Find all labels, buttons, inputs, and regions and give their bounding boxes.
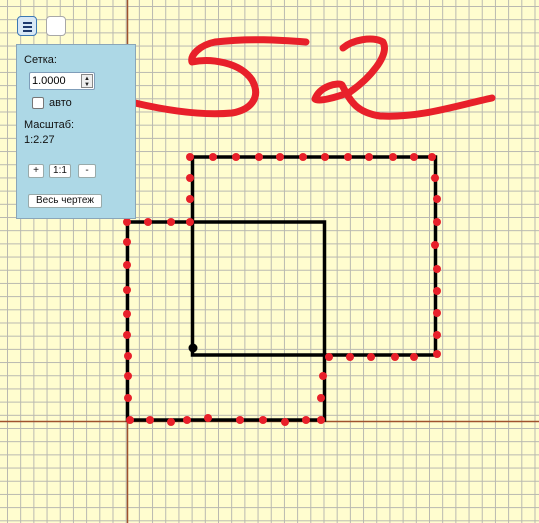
marker-dot[interactable] — [183, 416, 191, 424]
marker-dot[interactable] — [321, 153, 329, 161]
marker-dot[interactable] — [186, 218, 194, 226]
marker-dot[interactable] — [367, 353, 375, 361]
spin-down-icon[interactable]: ▼ — [84, 82, 90, 88]
marker-dot[interactable] — [433, 265, 441, 273]
scale-value: 1:2.27 — [24, 134, 55, 146]
marker-dot[interactable] — [433, 195, 441, 203]
handwritten-annotation — [131, 35, 496, 120]
zoom-in-button[interactable]: + — [28, 164, 44, 178]
zoom-out-button[interactable]: - — [78, 164, 96, 178]
marker-dot[interactable] — [123, 261, 131, 269]
marker-dot[interactable] — [433, 350, 441, 358]
marker-dot[interactable] — [410, 153, 418, 161]
marker-dot[interactable] — [236, 416, 244, 424]
grid-input[interactable] — [32, 74, 78, 88]
marker-dot[interactable] — [433, 218, 441, 226]
marker-dot[interactable] — [123, 218, 131, 226]
fit-all-button[interactable]: Весь чертеж — [28, 194, 102, 208]
marker-dot[interactable] — [276, 153, 284, 161]
marker-dots — [123, 153, 441, 426]
marker-dot[interactable] — [428, 153, 436, 161]
marker-dot[interactable] — [123, 310, 131, 318]
zoom-reset-button[interactable]: 1:1 — [49, 164, 71, 178]
grid-spinner[interactable]: ▲ ▼ — [81, 74, 93, 88]
marker-dot[interactable] — [167, 418, 175, 426]
marker-dot[interactable] — [325, 353, 333, 361]
grid-label: Сетка: — [24, 54, 57, 66]
marker-dot[interactable] — [146, 416, 154, 424]
marker-dot[interactable] — [259, 416, 267, 424]
empty-square-icon[interactable] — [46, 16, 66, 36]
marker-dot[interactable] — [144, 218, 152, 226]
square-left — [125, 220, 327, 422]
marker-dot[interactable] — [281, 418, 289, 426]
marker-dot[interactable] — [299, 153, 307, 161]
auto-label: авто — [49, 97, 72, 109]
marker-dot[interactable] — [302, 416, 310, 424]
origin-point — [188, 343, 198, 353]
scale-label: Масштаб: — [24, 119, 75, 131]
marker-dot[interactable] — [389, 153, 397, 161]
marker-dot[interactable] — [410, 353, 418, 361]
marker-dot[interactable] — [186, 174, 194, 182]
hamburger-menu-icon[interactable] — [17, 16, 37, 36]
square-right — [190, 155, 438, 357]
marker-dot[interactable] — [124, 352, 132, 360]
marker-dot[interactable] — [344, 153, 352, 161]
marker-dot[interactable] — [209, 153, 217, 161]
marker-dot[interactable] — [167, 218, 175, 226]
marker-dot[interactable] — [431, 241, 439, 249]
marker-dot[interactable] — [346, 353, 354, 361]
marker-dot[interactable] — [433, 331, 441, 339]
marker-dot[interactable] — [391, 353, 399, 361]
marker-dot[interactable] — [204, 414, 212, 422]
marker-dot[interactable] — [365, 153, 373, 161]
marker-dot[interactable] — [123, 286, 131, 294]
marker-dot[interactable] — [186, 153, 194, 161]
marker-dot[interactable] — [123, 238, 131, 246]
marker-dot[interactable] — [123, 331, 131, 339]
marker-dot[interactable] — [319, 372, 327, 380]
auto-checkbox[interactable] — [32, 97, 44, 109]
marker-dot[interactable] — [124, 372, 132, 380]
marker-dot[interactable] — [124, 394, 132, 402]
marker-dot[interactable] — [126, 416, 134, 424]
marker-dot[interactable] — [433, 309, 441, 317]
black-rectangles — [125, 155, 438, 422]
marker-dot[interactable] — [317, 394, 325, 402]
settings-panel: Сетка: ▲ ▼ авто Масштаб: 1:2.27 + 1:1 - … — [16, 44, 136, 219]
marker-dot[interactable] — [255, 153, 263, 161]
marker-dot[interactable] — [431, 174, 439, 182]
marker-dot[interactable] — [317, 416, 325, 424]
grid-spinbox[interactable]: ▲ ▼ — [29, 72, 95, 90]
marker-dot[interactable] — [186, 195, 194, 203]
marker-dot[interactable] — [232, 153, 240, 161]
marker-dot[interactable] — [433, 287, 441, 295]
